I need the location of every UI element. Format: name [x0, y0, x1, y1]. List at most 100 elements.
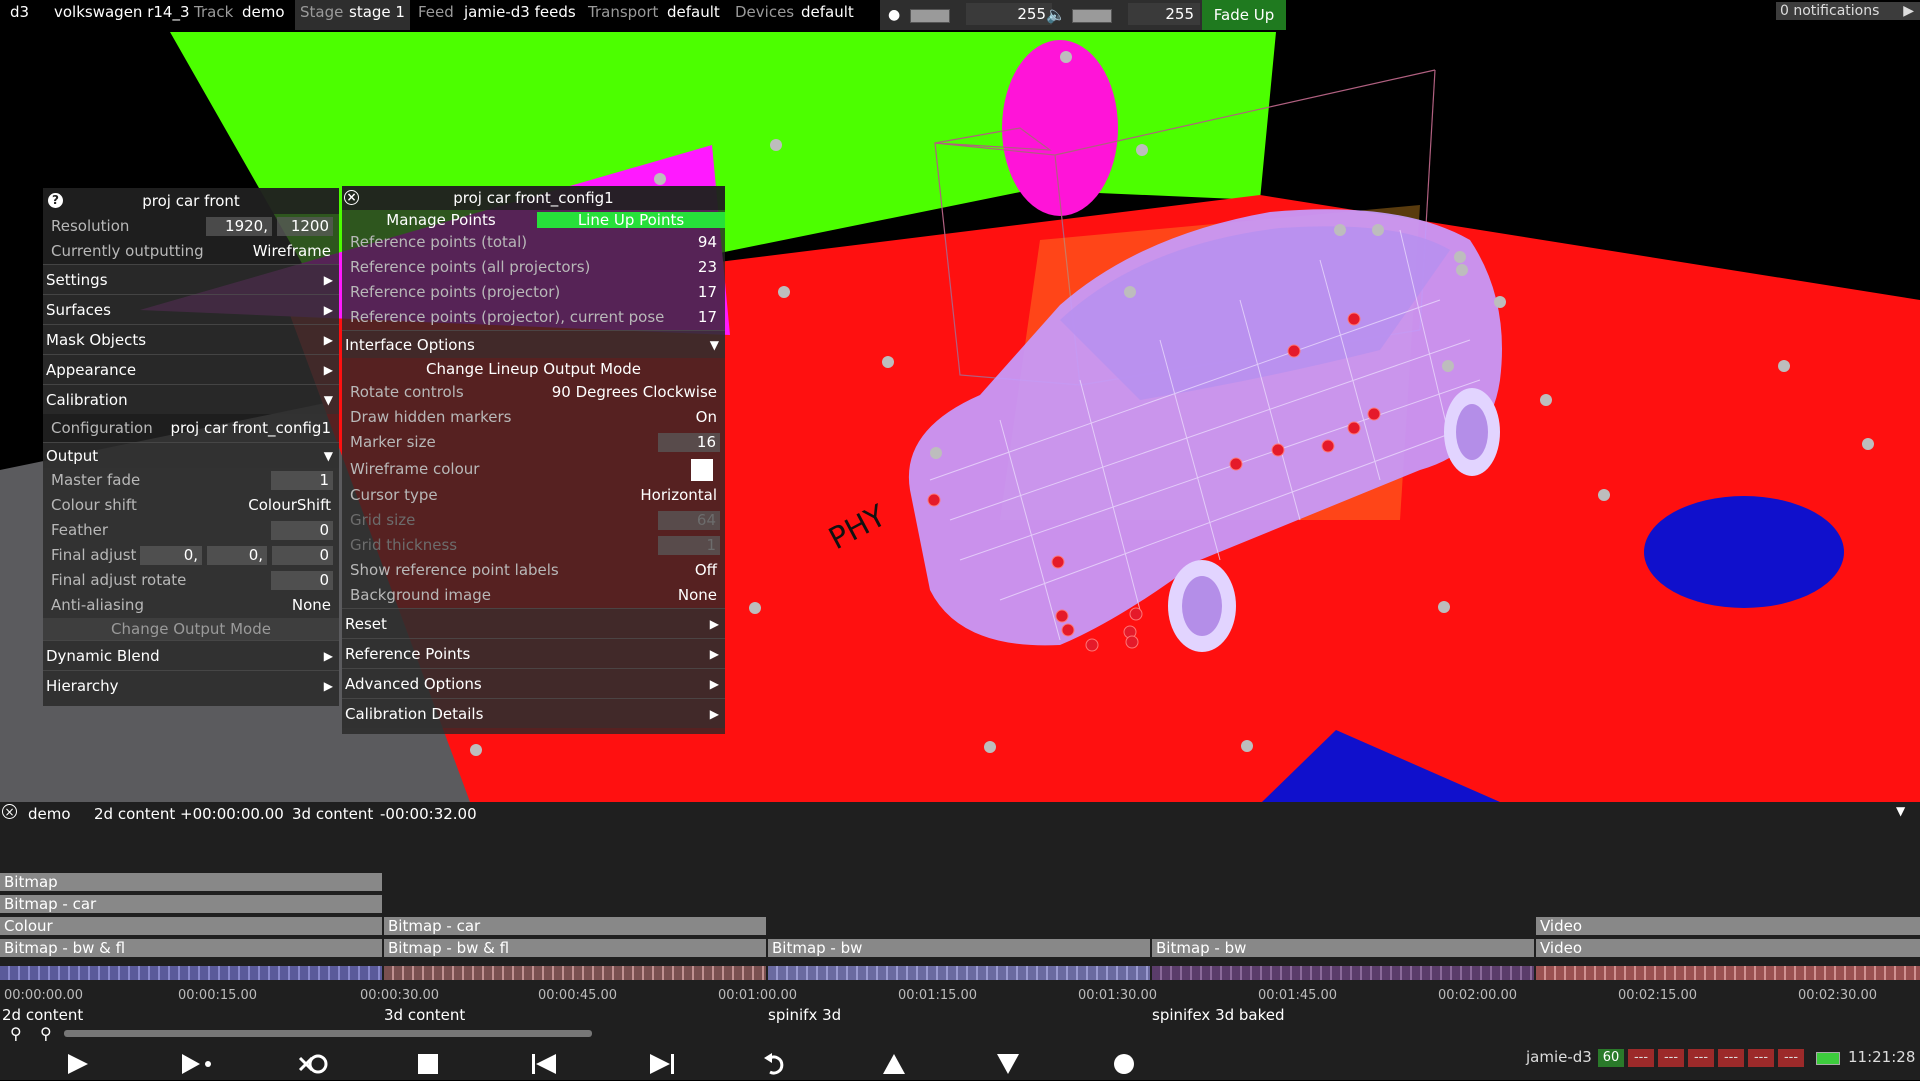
- final-rotate-value[interactable]: 0: [271, 571, 333, 590]
- layer-bitmap-bw-fl[interactable]: Bitmap - bw & fl: [0, 939, 382, 957]
- configuration-value[interactable]: proj car front_config1: [171, 414, 331, 442]
- section-calibration[interactable]: Calibration ▼: [43, 384, 339, 414]
- close-timeline-icon[interactable]: ×: [2, 804, 17, 819]
- stop-button[interactable]: [410, 1050, 446, 1078]
- section-label[interactable]: 3d content: [384, 1006, 465, 1024]
- resolution-width[interactable]: 1920,: [206, 217, 272, 236]
- time-tick: 00:00:00.00: [4, 988, 84, 1003]
- next-section-button[interactable]: [644, 1050, 680, 1078]
- play-button[interactable]: [60, 1050, 96, 1078]
- timeline-menu-arrow-icon[interactable]: ▼: [1896, 804, 1905, 818]
- previous-button[interactable]: [876, 1050, 912, 1078]
- collapse-arrow-icon: ▼: [709, 338, 719, 352]
- layer-video-2[interactable]: Video: [1536, 939, 1920, 957]
- marker-size-value[interactable]: 16: [658, 433, 720, 452]
- section-reference-points[interactable]: Reference Points ▶: [342, 638, 725, 668]
- play-section-icon: [182, 1054, 211, 1074]
- triangle-down-icon: [997, 1054, 1019, 1074]
- final-adjust-x[interactable]: 0,: [140, 546, 202, 565]
- stage-segment[interactable]: Stage stage 1: [295, 0, 410, 30]
- loop-button[interactable]: [294, 1050, 330, 1078]
- section-settings[interactable]: Settings ▶: [43, 264, 339, 294]
- section-appearance[interactable]: Appearance ▶: [43, 354, 339, 384]
- final-adjust-y[interactable]: 0,: [207, 546, 267, 565]
- ruler-segment-spinifx[interactable]: [768, 966, 1150, 980]
- final-adjust-z[interactable]: 0: [272, 546, 333, 565]
- layer-bitmap-bw-fl-2[interactable]: Bitmap - bw & fl: [384, 939, 766, 957]
- play-to-end-button[interactable]: [178, 1050, 214, 1078]
- outputting-value[interactable]: Wireframe: [253, 239, 331, 264]
- colour-shift-value[interactable]: ColourShift: [248, 493, 331, 518]
- layer-bitmap-car[interactable]: Bitmap - car: [0, 895, 382, 913]
- return-button[interactable]: [760, 1050, 796, 1078]
- project-name[interactable]: volkswagen r14_3: [54, 3, 190, 21]
- ref-total-row: Reference points (total) 94: [350, 233, 717, 251]
- master-fade-value[interactable]: 1: [271, 471, 333, 490]
- section-hierarchy[interactable]: Hierarchy ▶: [43, 670, 339, 700]
- transport-label: Transport: [588, 3, 659, 21]
- timeline-section1-name: 2d content: [94, 805, 176, 823]
- layer-colour[interactable]: Colour: [0, 917, 382, 935]
- zoom-in-icon[interactable]: ⚲: [40, 1024, 52, 1043]
- section-output[interactable]: Output ▼: [43, 442, 339, 468]
- timeline-scrollbar[interactable]: [64, 1030, 592, 1037]
- volume-slider[interactable]: [1072, 9, 1112, 23]
- section-mask-objects[interactable]: Mask Objects ▶: [43, 324, 339, 354]
- resolution-height[interactable]: 1200: [277, 217, 333, 236]
- ruler-segment-2d[interactable]: [0, 966, 382, 980]
- next-button[interactable]: [990, 1050, 1026, 1078]
- track-value[interactable]: demo: [242, 3, 285, 21]
- previous-section-button[interactable]: [526, 1050, 562, 1078]
- background-image-row: Background image None: [342, 583, 725, 608]
- time-tick: 00:01:15.00: [898, 988, 978, 1003]
- section-reset[interactable]: Reset ▶: [342, 608, 725, 638]
- stage-label: Stage: [300, 3, 344, 21]
- layer-video[interactable]: Video: [1536, 917, 1920, 935]
- layer-bitmap[interactable]: Bitmap: [0, 873, 382, 891]
- volume-value[interactable]: 255: [1128, 3, 1200, 25]
- section-advanced-options[interactable]: Advanced Options ▶: [342, 668, 725, 698]
- anti-aliasing-row: Anti-aliasing None: [43, 593, 339, 618]
- ruler-segment-video[interactable]: [1536, 966, 1920, 980]
- tab-line-up-points[interactable]: Line Up Points: [537, 212, 725, 228]
- section-interface-options[interactable]: Interface Options ▼: [342, 330, 725, 358]
- anti-aliasing-value[interactable]: None: [292, 593, 331, 618]
- config-panel-title[interactable]: × proj car front_config1: [342, 186, 725, 210]
- change-output-mode-button[interactable]: Change Output Mode: [43, 618, 339, 640]
- zoom-out-icon[interactable]: ⚲: [10, 1024, 22, 1043]
- layer-bitmap-bw[interactable]: Bitmap - bw: [768, 939, 1150, 957]
- marker-size-row: Marker size 16: [342, 430, 725, 455]
- brightness-value[interactable]: 255: [966, 3, 1052, 25]
- feather-value[interactable]: 0: [271, 521, 333, 540]
- layer-bitmap-bw-2[interactable]: Bitmap - bw: [1152, 939, 1534, 957]
- notifications-button[interactable]: 0 notifications ▶: [1776, 2, 1920, 20]
- section-label[interactable]: 2d content: [2, 1006, 83, 1024]
- timeline-track-name[interactable]: demo: [28, 805, 71, 823]
- fade-up-button[interactable]: Fade Up: [1202, 0, 1286, 30]
- background-image-value[interactable]: None: [678, 583, 717, 608]
- wireframe-colour-swatch[interactable]: [691, 459, 713, 481]
- section-calibration-details[interactable]: Calibration Details ▶: [342, 698, 725, 728]
- rotate-controls-value[interactable]: 90 Degrees Clockwise: [552, 380, 717, 405]
- devices-value[interactable]: default: [801, 3, 854, 21]
- projector-panel-title[interactable]: ? proj car front: [43, 188, 339, 214]
- layer-bitmap-car-2[interactable]: Bitmap - car: [384, 917, 766, 935]
- section-dynamic-blend[interactable]: Dynamic Blend ▶: [43, 640, 339, 670]
- change-lineup-mode-button[interactable]: Change Lineup Output Mode: [342, 358, 725, 380]
- show-labels-value[interactable]: Off: [695, 558, 717, 583]
- section-label[interactable]: spinifex 3d baked: [1152, 1006, 1285, 1024]
- section-surfaces[interactable]: Surfaces ▶: [43, 294, 339, 324]
- feed-value[interactable]: jamie-d3 feeds: [464, 3, 576, 21]
- tab-manage-points[interactable]: Manage Points: [386, 210, 496, 230]
- time-tick: 00:00:30.00: [360, 988, 440, 1003]
- close-icon[interactable]: ×: [344, 190, 359, 205]
- record-button[interactable]: [1106, 1050, 1142, 1078]
- ruler-segment-3d[interactable]: [384, 966, 766, 980]
- hidden-markers-value[interactable]: On: [696, 405, 717, 430]
- help-icon[interactable]: ?: [48, 193, 63, 208]
- brightness-slider[interactable]: [910, 9, 950, 23]
- transport-value[interactable]: default: [667, 3, 720, 21]
- cursor-type-value[interactable]: Horizontal: [640, 483, 717, 508]
- ruler-segment-baked[interactable]: [1152, 966, 1534, 980]
- section-label[interactable]: spinifx 3d: [768, 1006, 841, 1024]
